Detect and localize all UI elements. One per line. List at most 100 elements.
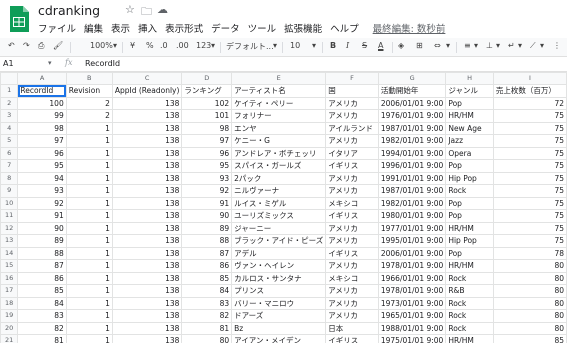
cell[interactable]: プリンス: [231, 284, 327, 298]
cell[interactable]: ルイス・ミゲル: [231, 196, 327, 210]
cell[interactable]: 83: [17, 309, 67, 323]
cell[interactable]: Pop: [445, 96, 494, 110]
cell[interactable]: 75: [492, 209, 567, 223]
font-family-select[interactable]: デフォルト...: [226, 41, 274, 52]
cell[interactable]: アメリカ: [325, 259, 379, 273]
cell[interactable]: 87: [181, 246, 233, 260]
cell[interactable]: 1: [65, 296, 113, 310]
cell[interactable]: 96: [17, 146, 67, 160]
cell[interactable]: 1991/01/01 9:00: [377, 171, 447, 185]
font-size-select[interactable]: 10: [290, 41, 300, 50]
menu-help[interactable]: ヘルプ: [330, 21, 359, 35]
cell[interactable]: 138: [111, 171, 183, 185]
cell[interactable]: カルロス・サンタナ: [231, 271, 327, 285]
cell[interactable]: 1987/01/01 9:00: [377, 121, 447, 135]
cell[interactable]: 81: [181, 321, 233, 335]
cell[interactable]: Pop: [445, 209, 494, 223]
cell[interactable]: Hip Pop: [445, 171, 494, 185]
cell[interactable]: 1: [65, 221, 113, 235]
cell[interactable]: ケイティ・ペリー: [231, 96, 327, 110]
cell[interactable]: 1: [65, 184, 113, 198]
cell[interactable]: 91: [181, 196, 233, 210]
column-title-cell[interactable]: 売上枚数（百万）: [492, 84, 567, 98]
cell[interactable]: 94: [17, 171, 67, 185]
cell[interactable]: アメリカ: [325, 171, 379, 185]
column-header-g[interactable]: G: [377, 72, 447, 85]
cell[interactable]: 97: [17, 134, 67, 148]
cell[interactable]: 138: [111, 196, 183, 210]
cell[interactable]: 88: [17, 246, 67, 260]
cell[interactable]: 82: [181, 309, 233, 323]
move-folder-icon[interactable]: 🗀: [141, 3, 152, 22]
cell[interactable]: 101: [181, 109, 233, 123]
column-header-c[interactable]: C: [111, 72, 183, 85]
cell[interactable]: 138: [111, 271, 183, 285]
cell[interactable]: 138: [111, 209, 183, 223]
cell[interactable]: 75: [492, 196, 567, 210]
cell[interactable]: 84: [17, 296, 67, 310]
cell[interactable]: 75: [492, 221, 567, 235]
cell[interactable]: 138: [111, 334, 183, 343]
cell[interactable]: 98: [17, 121, 67, 135]
cell[interactable]: HR/HM: [445, 109, 494, 123]
row-header[interactable]: 3: [0, 109, 19, 123]
row-header[interactable]: 6: [0, 146, 19, 160]
menu-data[interactable]: データ: [211, 21, 240, 35]
menu-file[interactable]: ファイル: [38, 21, 76, 35]
sheets-logo-icon[interactable]: [8, 4, 30, 34]
redo-icon[interactable]: ↷: [23, 41, 30, 50]
borders-icon[interactable]: ⊞: [416, 41, 423, 50]
cell[interactable]: 1: [65, 146, 113, 160]
cell[interactable]: 1978/01/01 9:00: [377, 284, 447, 298]
cell[interactable]: イギリス: [325, 246, 379, 260]
row-header[interactable]: 13: [0, 234, 19, 248]
cell[interactable]: 96: [181, 146, 233, 160]
cell[interactable]: Rock: [445, 309, 494, 323]
column-header-f[interactable]: F: [325, 72, 379, 85]
cell[interactable]: 95: [17, 159, 67, 173]
cell[interactable]: Pop: [445, 159, 494, 173]
cell[interactable]: 1975/01/01 9:00: [377, 334, 447, 343]
cell[interactable]: 80: [492, 271, 567, 285]
cell[interactable]: 80: [492, 296, 567, 310]
cell[interactable]: 1: [65, 309, 113, 323]
column-title-cell[interactable]: アーティスト名: [231, 84, 327, 98]
cell[interactable]: 75: [492, 171, 567, 185]
cell[interactable]: Jazz: [445, 134, 494, 148]
cell[interactable]: アイアン・メイデン: [231, 334, 327, 343]
cell[interactable]: アメリカ: [325, 296, 379, 310]
column-title-cell[interactable]: ランキング: [181, 84, 233, 98]
cell[interactable]: 86: [181, 259, 233, 273]
cell[interactable]: 1: [65, 159, 113, 173]
cell[interactable]: 1965/01/01 9:00: [377, 309, 447, 323]
cell[interactable]: 138: [111, 121, 183, 135]
cell[interactable]: 1988/01/01 9:00: [377, 321, 447, 335]
cell[interactable]: 1: [65, 171, 113, 185]
cell[interactable]: 80: [492, 321, 567, 335]
cell[interactable]: 90: [181, 209, 233, 223]
row-header[interactable]: 9: [0, 184, 19, 198]
cell[interactable]: 80: [492, 259, 567, 273]
cell[interactable]: Rock: [445, 296, 494, 310]
column-title-cell[interactable]: AppId (Readonly): [111, 84, 183, 98]
increase-decimal-button[interactable]: .00: [176, 41, 189, 50]
cell[interactable]: 138: [111, 259, 183, 273]
menu-format[interactable]: 表示形式: [165, 21, 203, 35]
cell[interactable]: イタリア: [325, 146, 379, 160]
cell[interactable]: Hip Pop: [445, 234, 494, 248]
cell[interactable]: HR/HM: [445, 221, 494, 235]
cell[interactable]: 138: [111, 309, 183, 323]
more-options-icon[interactable]: ⋮: [553, 41, 561, 50]
cell[interactable]: Opera: [445, 146, 494, 160]
cell[interactable]: 99: [17, 109, 67, 123]
cell[interactable]: 1976/01/01 9:00: [377, 109, 447, 123]
cell[interactable]: 1982/01/01 9:00: [377, 196, 447, 210]
cell[interactable]: 日本: [325, 321, 379, 335]
cell[interactable]: 138: [111, 184, 183, 198]
cell[interactable]: ニルヴァーナ: [231, 184, 327, 198]
cell[interactable]: 98: [181, 121, 233, 135]
cell[interactable]: 1: [65, 246, 113, 260]
cell[interactable]: ブラック・アイド・ピーズ: [231, 234, 327, 248]
column-header-i[interactable]: I: [492, 72, 567, 85]
cell[interactable]: 1: [65, 334, 113, 343]
